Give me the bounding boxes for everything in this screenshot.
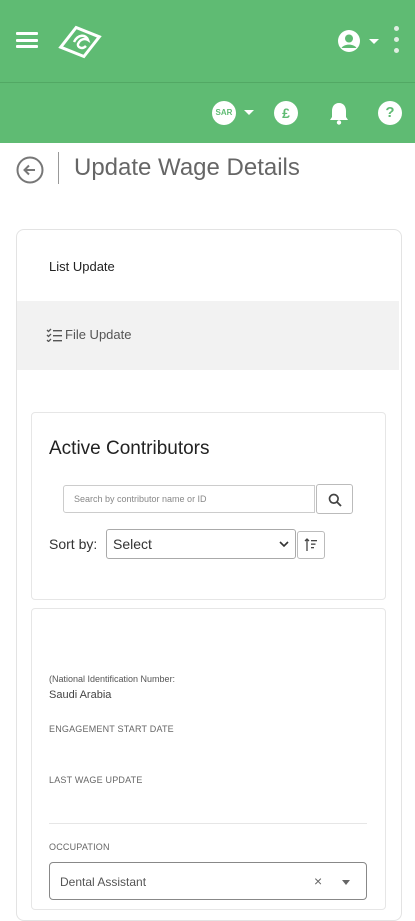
engagement-start-date-label: ENGAGEMENT START DATE <box>49 724 174 734</box>
occupation-label: OCCUPATION <box>49 842 110 852</box>
dropdown-caret-icon[interactable] <box>342 880 350 885</box>
sort-by-select[interactable]: Select <box>106 529 296 559</box>
nationality-value: Saudi Arabia <box>49 689 112 701</box>
contributor-search-input[interactable] <box>63 485 315 513</box>
checklist-icon <box>46 328 62 347</box>
user-menu-caret-icon[interactable] <box>369 39 379 44</box>
help-icon[interactable]: ? <box>378 101 402 125</box>
currency-caret-icon[interactable] <box>244 110 254 115</box>
toolbar <box>0 82 415 143</box>
sort-order-icon <box>304 538 317 551</box>
back-arrow-icon[interactable] <box>16 156 44 184</box>
search-icon <box>328 493 342 507</box>
active-contributors-title: Active Contributors <box>49 438 210 459</box>
tab-file-update[interactable]: File Update <box>17 301 399 370</box>
sort-by-label: Sort by: <box>49 536 98 552</box>
currency-label: SAR <box>215 108 233 117</box>
national-id-label: (National Identification Number: <box>49 674 176 684</box>
occupation-value: Dental Assistant <box>60 875 147 889</box>
bell-icon[interactable] <box>328 101 350 125</box>
last-wage-update-label: LAST WAGE UPDATE <box>49 775 143 785</box>
tab-file-update-label: File Update <box>65 327 132 342</box>
sort-by-value: Select <box>113 536 152 552</box>
sort-order-button[interactable] <box>297 531 325 559</box>
kebab-menu-icon[interactable] <box>394 26 400 58</box>
hamburger-icon[interactable] <box>16 32 38 48</box>
currency-badge-icon[interactable]: SAR <box>212 101 236 125</box>
coin-icon[interactable]: £ <box>274 101 298 125</box>
section-divider <box>49 823 367 824</box>
page-title: Update Wage Details <box>74 154 300 181</box>
clear-icon[interactable]: × <box>314 873 322 889</box>
account-circle-icon[interactable] <box>337 29 361 53</box>
occupation-select[interactable]: Dental Assistant × <box>49 862 367 900</box>
tab-list-update-label: List Update <box>49 259 115 274</box>
coin-label: £ <box>282 105 290 121</box>
heading-divider <box>58 152 59 184</box>
help-label: ? <box>385 104 395 121</box>
chevron-down-icon <box>279 541 289 548</box>
tab-list-update[interactable]: List Update <box>17 234 399 300</box>
search-button[interactable] <box>316 484 353 514</box>
gosi-logo[interactable] <box>52 24 108 60</box>
